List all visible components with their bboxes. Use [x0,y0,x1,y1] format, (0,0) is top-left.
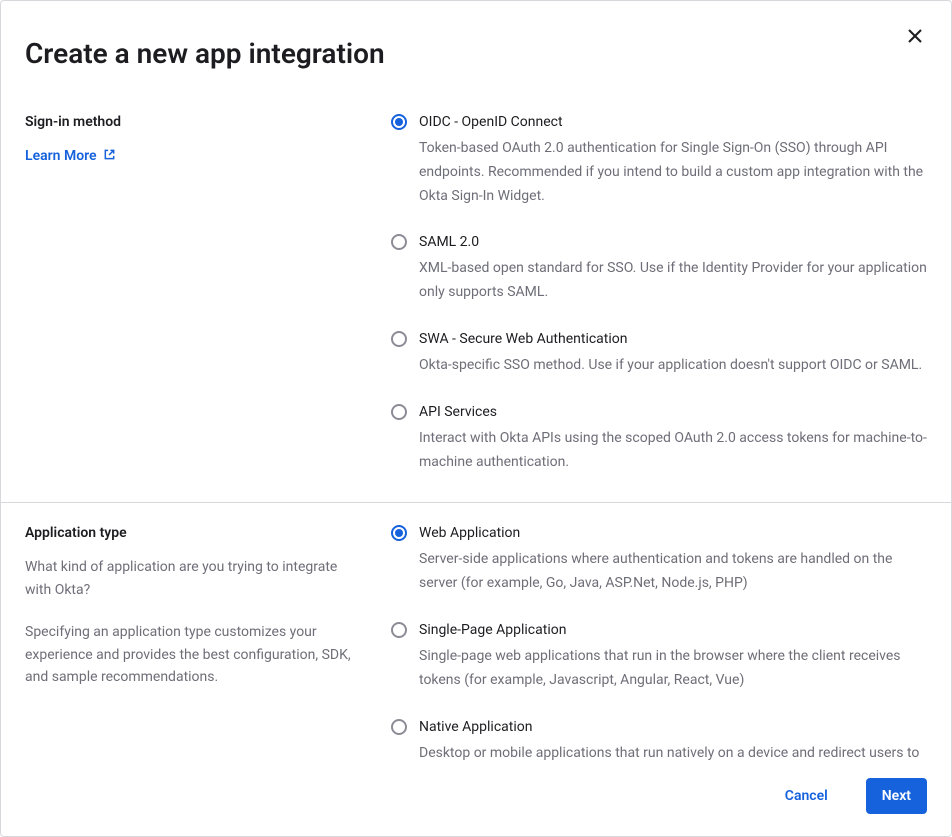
help-text: What kind of application are you trying … [25,556,367,601]
next-button[interactable]: Next [866,778,927,814]
radio-input [391,114,407,130]
section-right: OIDC - OpenID Connect Token-based OAuth … [391,112,927,474]
option-title: OIDC - OpenID Connect [419,112,927,133]
option-desc: Single-page web applications that run in… [419,645,927,693]
section-right: Web Application Server-side applications… [391,523,927,760]
radio-input [391,404,407,420]
option-desc: Desktop or mobile applications that run … [419,742,927,760]
option-desc: Token-based OAuth 2.0 authentication for… [419,137,927,208]
radio-option-native-application[interactable]: Native Application Desktop or mobile app… [391,717,927,760]
create-app-integration-dialog: Create a new app integration Sign-in met… [1,1,951,836]
dialog-content: Sign-in method Learn More [1,92,951,760]
cancel-button[interactable]: Cancel [769,778,844,814]
sign-in-method-heading: Sign-in method [25,112,367,133]
dialog-footer: Cancel Next [1,760,951,836]
option-title: Single-Page Application [419,620,927,641]
option-title: Native Application [419,717,927,738]
radio-option-saml[interactable]: SAML 2.0 XML-based open standard for SSO… [391,232,927,305]
help-text: Specifying an application type customize… [25,621,367,688]
option-title: API Services [419,402,927,423]
learn-more-label: Learn More [25,148,97,164]
radio-input [391,234,407,250]
dialog-title: Create a new app integration [1,1,951,92]
external-link-icon [103,148,116,165]
option-body: Web Application Server-side applications… [419,523,927,596]
option-body: OIDC - OpenID Connect Token-based OAuth … [419,112,927,208]
radio-input [391,622,407,638]
option-body: Single-Page Application Single-page web … [419,620,927,693]
option-desc: XML-based open standard for SSO. Use if … [419,257,927,305]
option-body: SWA - Secure Web Authentication Okta-spe… [419,329,927,378]
option-body: API Services Interact with Okta APIs usi… [419,402,927,475]
close-icon [907,32,923,47]
option-title: SAML 2.0 [419,232,927,253]
option-desc: Server-side applications where authentic… [419,548,927,596]
option-body: Native Application Desktop or mobile app… [419,717,927,760]
option-body: SAML 2.0 XML-based open standard for SSO… [419,232,927,305]
radio-option-swa[interactable]: SWA - Secure Web Authentication Okta-spe… [391,329,927,378]
close-button[interactable] [905,27,925,47]
radio-option-single-page-application[interactable]: Single-Page Application Single-page web … [391,620,927,693]
section-left: Application type What kind of applicatio… [25,523,391,760]
section-application-type: Application type What kind of applicatio… [1,502,951,760]
radio-input [391,331,407,347]
radio-option-oidc[interactable]: OIDC - OpenID Connect Token-based OAuth … [391,112,927,208]
option-desc: Interact with Okta APIs using the scoped… [419,427,927,475]
section-sign-in-method: Sign-in method Learn More [1,92,951,502]
radio-input [391,719,407,735]
section-left: Sign-in method Learn More [25,112,391,474]
learn-more-link[interactable]: Learn More [25,148,116,165]
application-type-heading: Application type [25,523,367,544]
radio-input [391,525,407,541]
option-title: Web Application [419,523,927,544]
option-title: SWA - Secure Web Authentication [419,329,927,350]
radio-option-api-services[interactable]: API Services Interact with Okta APIs usi… [391,402,927,475]
option-desc: Okta-specific SSO method. Use if your ap… [419,354,927,378]
radio-option-web-application[interactable]: Web Application Server-side applications… [391,523,927,596]
